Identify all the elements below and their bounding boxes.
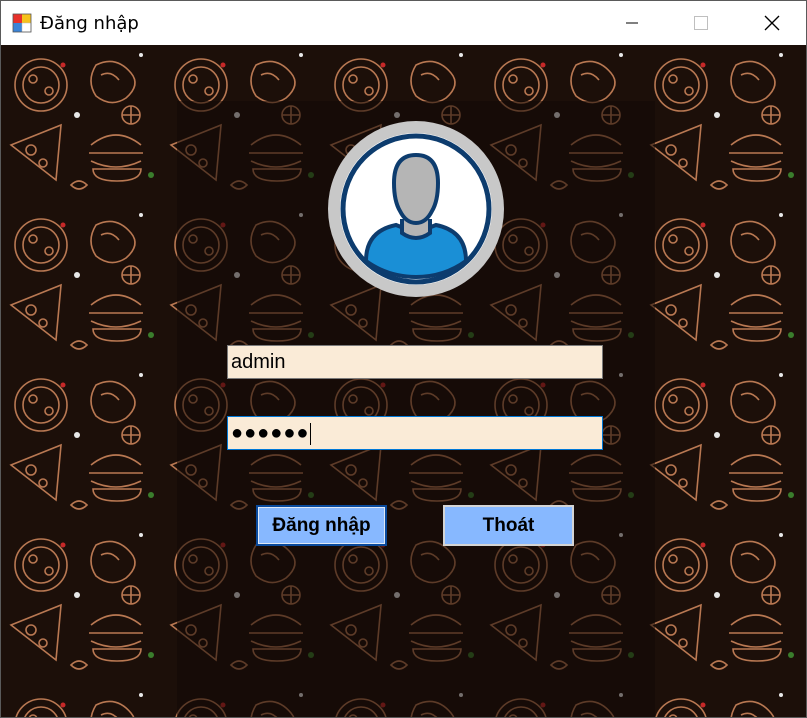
app-icon [12,13,32,33]
username-value: admin [231,351,286,373]
title-bar[interactable]: Đăng nhập [1,1,806,45]
close-button[interactable] [749,1,795,45]
maximize-button[interactable] [678,1,724,45]
login-window: Đăng nhập admin ●●●●●● Đăng nhập Thoát [0,0,807,718]
close-icon [764,15,780,31]
login-button[interactable]: Đăng nhập [256,505,387,546]
user-avatar-icon [328,121,504,297]
password-value: ●●●●●● [231,422,310,444]
maximize-icon [694,16,708,30]
minimize-button[interactable] [609,1,655,45]
exit-button[interactable]: Thoát [443,505,574,546]
window-title: Đăng nhập [40,13,139,34]
password-field[interactable]: ●●●●●● [227,416,603,450]
username-field[interactable]: admin [227,345,603,379]
minimize-icon [626,22,638,24]
text-caret [310,422,312,445]
